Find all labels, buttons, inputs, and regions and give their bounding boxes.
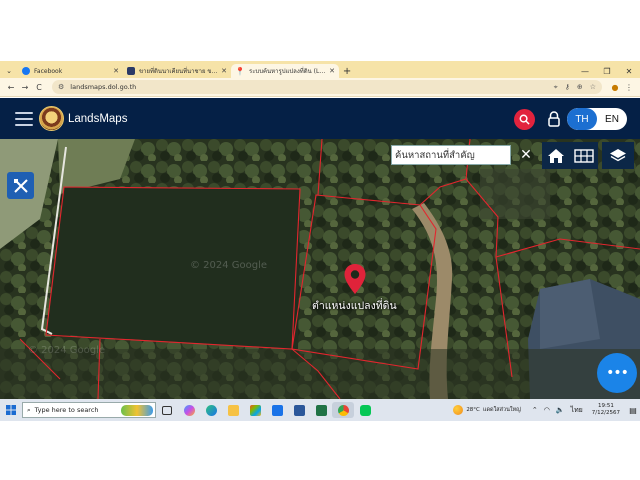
page-favicon-icon (127, 67, 135, 75)
close-window-button[interactable]: ✕ (618, 67, 640, 76)
excel-icon[interactable] (310, 402, 332, 418)
mail-icon[interactable] (266, 402, 288, 418)
new-tab-button[interactable]: + (339, 64, 355, 78)
system-tray: 28°C แดดใสส่วนใหญ่ ⌃ ◠ 🔈 ไทย 19:51 7/12/… (453, 399, 640, 421)
measure-tools-button[interactable] (7, 172, 34, 199)
map-pin-icon (344, 264, 366, 294)
tab-title: ขายที่ดินนาเคียนที่นาชาย ขายที่ดินนี้ใ (139, 68, 219, 75)
chevron-up-icon[interactable]: ⌃ (532, 406, 538, 414)
tab-facebook[interactable]: Facebook ✕ (18, 64, 123, 78)
chevron-down-icon: ⌄ (6, 67, 12, 75)
parcel-location-label: ตำแหน่งแปลงที่ดิน (312, 300, 397, 312)
parcel-location-pin[interactable] (343, 263, 367, 299)
volume-icon[interactable]: 🔈 (556, 406, 565, 414)
tab-landsmaps[interactable]: 📍 ระบบค้นหารูปแปลงที่ดิน (LandsMaps) ✕ (231, 64, 339, 78)
task-view-icon[interactable] (156, 402, 178, 418)
hamburger-menu-icon[interactable] (15, 111, 33, 126)
minimize-button[interactable]: — (574, 67, 596, 76)
facebook-icon (22, 67, 30, 75)
profile-icon[interactable]: ● (608, 83, 622, 92)
clear-search-button[interactable]: ✕ (514, 143, 538, 167)
ruler-pencil-icon (13, 178, 28, 193)
lock-icon (548, 111, 560, 127)
line-app-icon[interactable] (354, 402, 376, 418)
reload-button[interactable]: C (32, 83, 46, 92)
map-pin-icon: 📍 (235, 67, 245, 76)
keyboard-language[interactable]: ไทย (571, 405, 583, 416)
satellite-map[interactable]: © 2024 Google © 2024 Google ค้นหาสถานที่… (0, 139, 640, 399)
url-text: landsmaps.dol.go.th (70, 83, 137, 91)
satellite-imagery (0, 139, 640, 399)
menu-kebab-icon[interactable]: ⋮ (622, 83, 636, 92)
restore-button[interactable]: ❐ (596, 67, 618, 76)
site-info-icon[interactable]: ⚙ (58, 83, 64, 91)
taskbar-search-placeholder: Type here to search (34, 406, 99, 414)
word-icon[interactable] (288, 402, 310, 418)
store-icon[interactable] (244, 402, 266, 418)
weather-temp: 28°C (466, 407, 480, 413)
browser-toolbar: ← → C ⚙ landsmaps.dol.go.th ⌖ ⚷ ⊕ ☆ ● ⋮ (0, 78, 640, 97)
taskbar-search-input[interactable]: ⌕ Type here to search (22, 402, 156, 418)
browser-tab-strip: ⌄ Facebook ✕ ขายที่ดินนาเคียนที่นาชาย ขา… (0, 61, 640, 78)
edge-icon[interactable] (200, 402, 222, 418)
lang-th-button[interactable]: TH (567, 108, 597, 130)
grid-toggle-button[interactable] (570, 142, 598, 169)
clock-date: 7/12/2567 (591, 410, 620, 416)
weather-widget[interactable]: 28°C แดดใสส่วนใหญ่ (453, 405, 521, 415)
start-button[interactable] (0, 405, 22, 415)
tab-land-listing[interactable]: ขายที่ดินนาเคียนที่นาชาย ขายที่ดินนี้ใ ✕ (123, 64, 231, 78)
map-watermark: © 2024 Google (28, 345, 106, 356)
sun-icon (453, 405, 464, 415)
tab-close-icon[interactable]: ✕ (110, 67, 119, 75)
screen: ⌄ Facebook ✕ ขายที่ดินนาเคียนที่นาชาย ขา… (0, 61, 640, 421)
address-bar[interactable]: ⚙ landsmaps.dol.go.th ⌖ ⚷ ⊕ ☆ (52, 80, 602, 94)
windows-taskbar: ⌕ Type here to search 28°C แดดใสส่วนใหญ่… (0, 399, 640, 421)
tab-search-menu[interactable]: ⌄ (0, 64, 18, 78)
lang-en-button[interactable]: EN (597, 108, 627, 130)
layers-button[interactable] (602, 142, 634, 169)
windows-logo-icon (6, 405, 16, 415)
clock[interactable]: 19:51 7/12/2567 (592, 403, 620, 417)
more-options-button[interactable]: ••• (597, 353, 637, 393)
window-controls: — ❐ ✕ (574, 64, 640, 78)
back-button[interactable]: ← (4, 83, 18, 92)
notification-icon[interactable]: ▤ (626, 406, 640, 415)
place-search-input[interactable]: ค้นหาสถานที่สำคัญ (391, 145, 511, 165)
wifi-icon[interactable]: ◠ (544, 406, 550, 414)
map-watermark: © 2024 Google (190, 260, 268, 271)
tab-close-icon[interactable]: ✕ (218, 67, 227, 75)
tab-close-icon[interactable]: ✕ (326, 67, 335, 75)
weather-text: แดดใสส่วนใหญ่ (482, 407, 521, 413)
search-icon (519, 114, 530, 125)
forward-button[interactable]: → (18, 83, 32, 92)
department-seal-logo (39, 106, 64, 131)
login-button[interactable] (546, 110, 562, 128)
language-switch: TH EN (567, 108, 627, 130)
tab-title: ระบบค้นหารูปแปลงที่ดิน (LandsMaps) (248, 68, 326, 75)
home-button[interactable] (542, 142, 570, 169)
grid-icon (574, 148, 594, 163)
search-highlight-art (121, 405, 153, 416)
app-header: LandsMaps TH EN (0, 98, 640, 139)
file-explorer-icon[interactable] (222, 402, 244, 418)
layers-icon (610, 148, 626, 161)
key-icon[interactable]: ⚷ (565, 83, 570, 92)
search-button[interactable] (514, 109, 535, 130)
bookmark-star-icon[interactable]: ☆ (590, 83, 596, 92)
chrome-icon[interactable] (332, 402, 354, 418)
zoom-icon[interactable]: ⊕ (577, 83, 583, 92)
location-icon[interactable]: ⌖ (554, 83, 558, 92)
clock-time: 19:51 (597, 403, 614, 409)
copilot-icon[interactable] (178, 402, 200, 418)
search-icon: ⌕ (27, 405, 31, 414)
home-icon (548, 148, 564, 163)
tab-title: Facebook (34, 67, 63, 75)
brand-title: LandsMaps (68, 112, 128, 125)
